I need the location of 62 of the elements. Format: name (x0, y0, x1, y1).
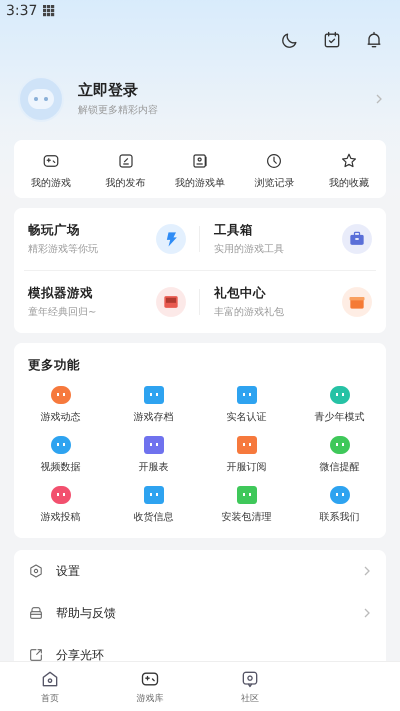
settings-item[interactable]: 帮助与反馈 (56, 604, 350, 622)
chevron-right-icon[interactable] (362, 566, 372, 576)
feature-icon[interactable] (50, 436, 70, 454)
feature-label[interactable]: 收货信息 (134, 510, 174, 524)
feature-label[interactable]: 视频数据 (40, 460, 80, 474)
login-subtitle: 解锁更多精彩内容 (78, 104, 159, 117)
settings-item[interactable]: 分享光环 (56, 646, 372, 664)
feature-icon[interactable] (144, 386, 164, 404)
share-icon (28, 647, 44, 663)
featured-title[interactable]: 畅玩广场 (28, 222, 156, 239)
nav-tab[interactable]: 首页 (41, 692, 59, 704)
feature-label[interactable]: 青少年模式 (314, 410, 364, 424)
chat-icon (240, 668, 260, 688)
login-title[interactable]: 立即登录 (78, 81, 360, 100)
feature-icon[interactable] (330, 486, 350, 504)
feature-icon[interactable] (144, 486, 164, 504)
featured-subtitle: 童年经典回归~ (28, 306, 98, 319)
status-time: 3:37 (6, 3, 38, 19)
feature-icon[interactable] (50, 386, 70, 404)
featured-subtitle: 丰富的游戏礼包 (214, 306, 285, 319)
feature-label[interactable]: 实名认证 (226, 410, 266, 424)
quick-link[interactable]: 我的游戏单 (174, 176, 225, 190)
nav-tab[interactable]: 游戏库 (136, 692, 164, 704)
feature-label[interactable]: 联系我们 (320, 510, 360, 524)
featured-title[interactable]: 模拟器游戏 (28, 285, 156, 302)
grid-icon (43, 5, 56, 17)
feature-icon[interactable] (50, 486, 70, 504)
clock-icon (265, 152, 284, 170)
chevron-right-icon[interactable] (362, 608, 372, 618)
calendar-icon[interactable] (322, 30, 342, 50)
feature-icon[interactable] (330, 436, 350, 454)
settings-icon (28, 563, 44, 579)
nav-tab[interactable]: 社区 (241, 692, 259, 704)
featured-subtitle: 精彩游戏等你玩 (28, 242, 99, 256)
settings-item[interactable]: 设置 (56, 562, 350, 580)
featured-title[interactable]: 工具箱 (214, 222, 342, 239)
feature-label[interactable]: 游戏投稿 (40, 510, 80, 524)
feature-icon[interactable] (236, 386, 256, 404)
feature-label[interactable]: 微信提醒 (320, 460, 360, 474)
feature-label[interactable]: 游戏动态 (40, 410, 80, 424)
id-card-icon (190, 152, 209, 170)
help-icon (28, 605, 44, 621)
feature-label[interactable]: 安装包清理 (222, 510, 272, 524)
feature-label[interactable]: 开服订阅 (226, 460, 266, 474)
feature-label[interactable]: 开服表 (138, 460, 168, 474)
featured-title[interactable]: 礼包中心 (214, 285, 342, 302)
feature-label[interactable]: 游戏存档 (134, 410, 174, 424)
feature-icon[interactable] (144, 436, 164, 454)
quick-link[interactable]: 我的发布 (106, 176, 146, 190)
gamepad-icon (42, 152, 60, 170)
feature-icon[interactable] (236, 486, 256, 504)
featured-subtitle: 实用的游戏工具 (214, 242, 285, 256)
section-title: 更多功能 (27, 356, 81, 374)
feature-icon[interactable] (330, 386, 350, 404)
star-icon (340, 152, 358, 170)
quick-link[interactable]: 我的收藏 (328, 176, 369, 190)
edit-box-icon (116, 152, 135, 170)
chevron-right-icon[interactable] (374, 94, 384, 104)
home-icon (40, 668, 60, 688)
quick-link[interactable]: 我的游戏 (31, 176, 72, 190)
feature-icon[interactable] (236, 436, 256, 454)
quick-link[interactable]: 浏览记录 (254, 176, 294, 190)
